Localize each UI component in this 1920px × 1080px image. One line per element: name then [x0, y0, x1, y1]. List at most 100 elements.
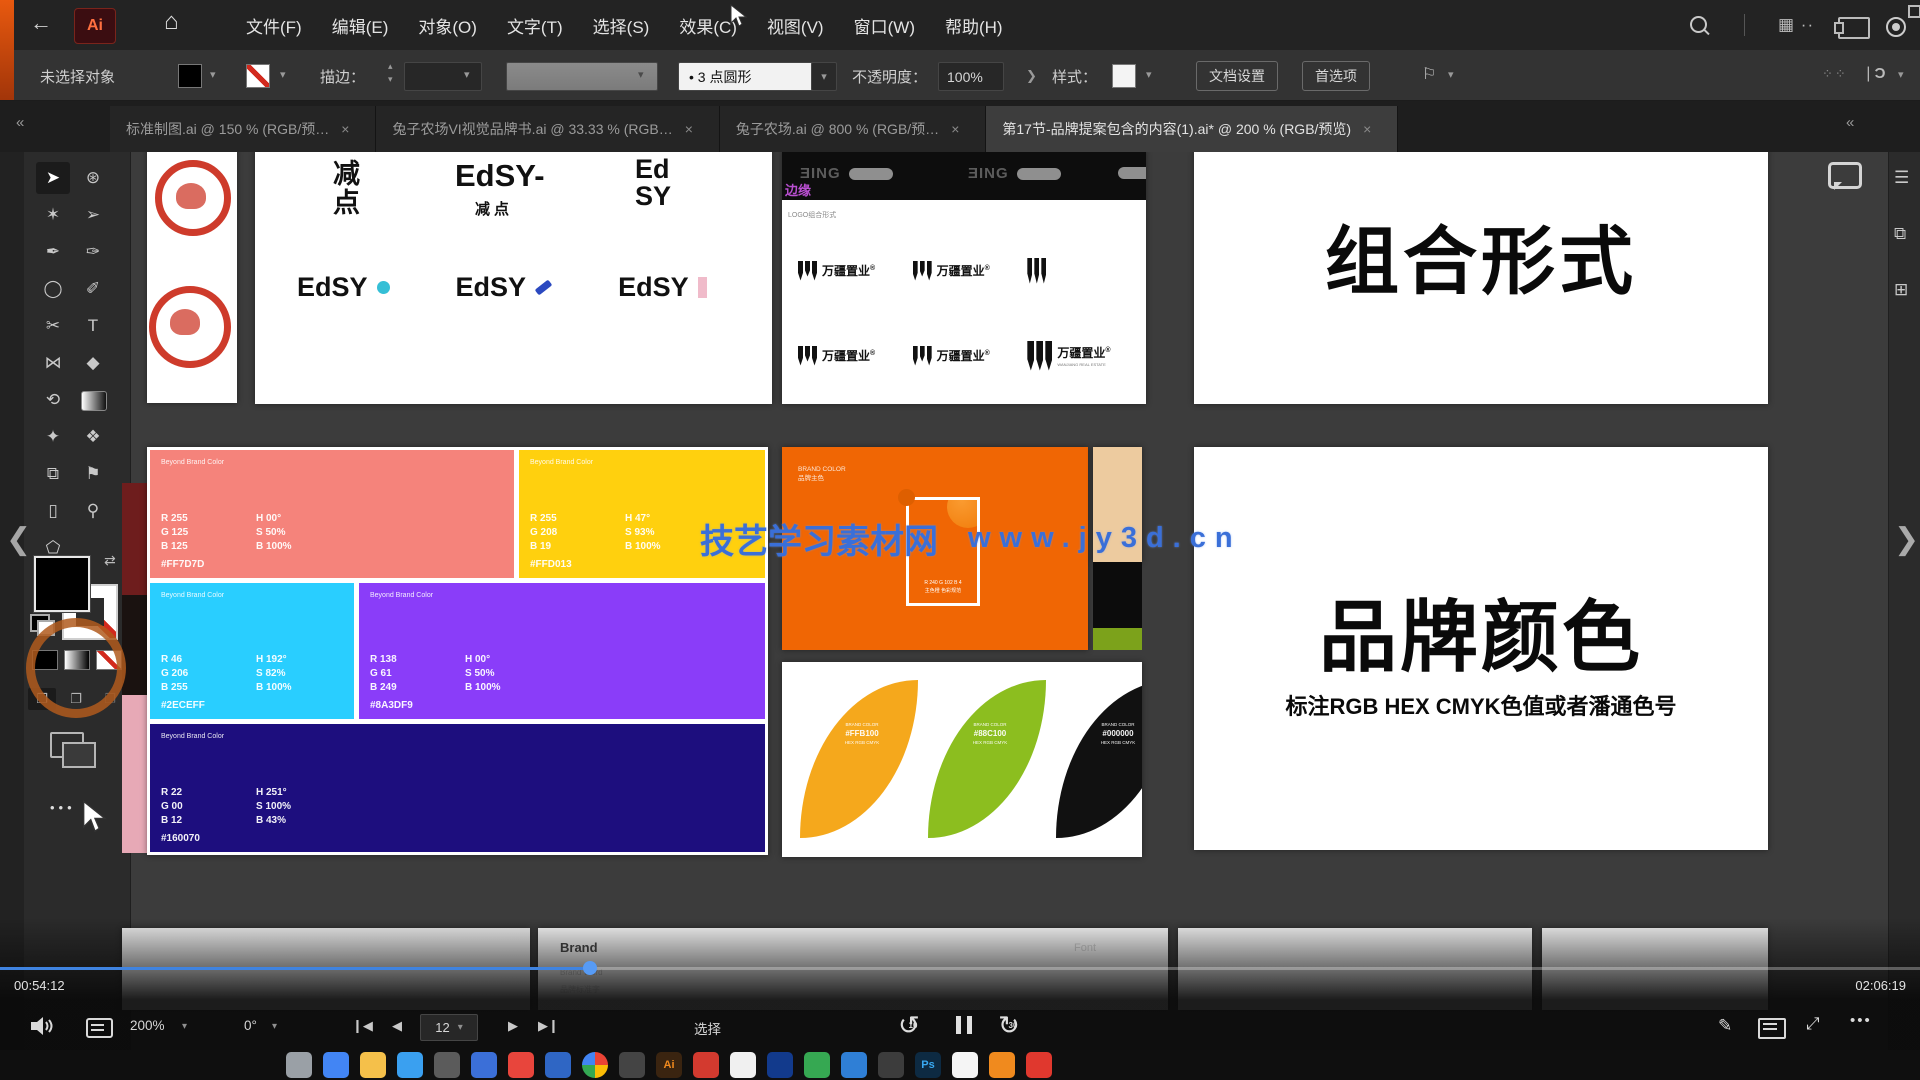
document-tab-3[interactable]: 第17节-品牌提案包含的内容(1).ai* @ 200 % (RGB/预览)× [986, 106, 1398, 152]
opacity-value-field[interactable]: 100% [938, 62, 1004, 91]
eyedropper-tool[interactable]: ✦ [36, 421, 70, 453]
ellipse-tool[interactable]: ◯ [36, 273, 70, 305]
eraser-tool[interactable]: ◆ [76, 347, 110, 379]
document-setup-button[interactable]: 文档设置 [1196, 61, 1278, 91]
artboard-brand-color[interactable]: 品牌颜色 标注RGB HEX CMYK色值或者潘通色号 [1194, 447, 1768, 850]
menu-item-5[interactable]: 效果(C) [679, 13, 737, 38]
taskbar-app-app-12[interactable] [693, 1052, 719, 1078]
stroke-color-swatch[interactable] [246, 64, 270, 88]
rotation-value[interactable]: 0° [244, 1018, 257, 1033]
curvature-tool[interactable]: ✑ [76, 236, 110, 268]
dock-panel-icon[interactable]: ❘Ɔ [1862, 64, 1885, 82]
stroke-stepper-down-icon[interactable]: ▾ [388, 74, 393, 85]
style-chevron-icon[interactable]: ▾ [1146, 68, 1152, 81]
artboard-stamp-partial[interactable] [147, 150, 237, 403]
taskbar-app-app-13[interactable] [730, 1052, 756, 1078]
reflect-tool[interactable]: ⋈ [36, 347, 70, 379]
next-chevron-icon[interactable]: ❯ [1894, 522, 1919, 557]
fill-swatch-large[interactable] [34, 556, 90, 612]
blend-tool[interactable]: ❖ [76, 421, 110, 453]
artboard-combination[interactable]: 组合形式 [1194, 150, 1768, 404]
forward-30-button[interactable]: ↻30 [998, 1010, 1028, 1040]
taskbar-app-app-15[interactable] [804, 1052, 830, 1078]
taskbar-app-app-21[interactable] [1026, 1052, 1052, 1078]
rewind-10-button[interactable]: ↺10 [898, 1010, 928, 1040]
selection-tool[interactable]: ➤ [36, 162, 70, 194]
brush-definition-dropdown[interactable]: • 3 点圆形 [678, 62, 822, 91]
gradient-tool[interactable] [81, 391, 107, 411]
tab-close-icon[interactable]: × [951, 121, 959, 137]
artboard-wanjiang-logos[interactable]: ƎING ƎING 边缘 LOGO组合形式 万疆置业®万疆置业®万疆置业®万疆置… [782, 150, 1146, 404]
menu-item-8[interactable]: 帮助(H) [945, 13, 1003, 38]
artboard-number-field[interactable]: 12 ▾ [420, 1014, 478, 1041]
zoom-tool[interactable]: ⚲ [76, 495, 110, 527]
artboard-tool[interactable]: ▯ [36, 495, 70, 527]
pen-tool[interactable]: ✒ [36, 236, 70, 268]
menu-item-0[interactable]: 文件(F) [246, 13, 302, 38]
menu-item-6[interactable]: 视图(V) [767, 13, 824, 38]
prev-artboard-icon[interactable]: ◀ [392, 1018, 402, 1034]
artboard-easy-logos[interactable]: 减点 EdSY- 减点 EdSY EdSYEdSYEdSY [255, 150, 772, 404]
arrange-documents-icon[interactable]: ▦ ·· [1778, 15, 1814, 35]
pointer-chevron-icon[interactable]: ▾ [1448, 68, 1454, 81]
artboard-leaves[interactable]: BRAND COLOR#FFB100HEX RGB CMYKBRAND COLO… [782, 662, 1142, 857]
comments-icon[interactable] [1828, 162, 1862, 189]
direct-selection-tool[interactable]: ➢ [76, 199, 110, 231]
magic-wand-tool[interactable]: ✶ [36, 199, 70, 231]
taskbar-app-app-19[interactable] [952, 1052, 978, 1078]
swap-fill-stroke-icon[interactable]: ⇄ [104, 552, 116, 569]
fill-chevron-icon[interactable]: ▾ [210, 68, 216, 81]
zoom-level-value[interactable]: 200% [130, 1018, 165, 1033]
captions-icon[interactable] [86, 1018, 113, 1038]
artboard-palette[interactable]: Beyond Brand ColorR 255G 125B 125H 00°S … [147, 447, 768, 855]
volume-icon[interactable] [30, 1016, 56, 1036]
document-tab-1[interactable]: 兔子农场VI视觉品牌书.ai @ 33.33 % (RGB…× [376, 106, 719, 152]
illustrator-logo[interactable]: Ai [74, 8, 116, 44]
taskbar-app-app-14[interactable] [767, 1052, 793, 1078]
taskbar-app-app-10[interactable] [619, 1052, 645, 1078]
menu-item-2[interactable]: 对象(O) [418, 13, 477, 38]
taskbar-app-app-20[interactable] [989, 1052, 1015, 1078]
tab-close-icon[interactable]: × [341, 121, 349, 137]
width-profile-dropdown[interactable] [506, 62, 658, 91]
rotation-chevron-icon[interactable]: ▾ [272, 1021, 277, 1032]
menu-item-3[interactable]: 文字(T) [507, 13, 563, 38]
next-artboard-icon[interactable]: ▶ [508, 1018, 518, 1034]
pin-tool[interactable]: ⚑ [76, 458, 110, 490]
fill-color-swatch[interactable] [178, 64, 202, 88]
pause-button[interactable] [956, 1016, 972, 1034]
document-tab-2[interactable]: 兔子农场.ai @ 800 % (RGB/预…× [720, 106, 986, 152]
collapse-right-icon[interactable]: « [1846, 114, 1852, 131]
workspace-switcher-icon[interactable] [1838, 17, 1870, 39]
menu-item-7[interactable]: 窗口(W) [854, 13, 915, 38]
preferences-button[interactable]: 首选项 [1302, 61, 1370, 91]
zoom-chevron-icon[interactable]: ▾ [182, 1021, 187, 1032]
taskbar-app-app-6[interactable] [471, 1052, 497, 1078]
properties-icon[interactable]: ☰ [1894, 168, 1909, 188]
last-artboard-icon[interactable]: ▶❙ [538, 1018, 559, 1034]
stroke-width-field[interactable] [404, 62, 482, 91]
brush-chevron-icon[interactable]: ▾ [811, 62, 837, 91]
taskbar-app-app-17[interactable] [878, 1052, 904, 1078]
taskbar-app-app-7[interactable] [508, 1052, 534, 1078]
layers-icon[interactable]: ⧉ [1894, 224, 1906, 244]
taskbar-app-edge[interactable] [397, 1052, 423, 1078]
fullscreen-toggle-icon[interactable]: ⤢ [1806, 1014, 1820, 1034]
rotate-tool[interactable]: ⟲ [36, 384, 70, 416]
video-progress-knob[interactable] [583, 961, 597, 975]
tab-close-icon[interactable]: × [1363, 121, 1371, 137]
first-artboard-icon[interactable]: ❙◀ [352, 1018, 373, 1034]
taskbar-app-app-16[interactable] [841, 1052, 867, 1078]
more-options-icon[interactable]: ••• [1850, 1012, 1872, 1029]
screen-mode-button[interactable] [50, 732, 84, 758]
type-tool[interactable]: T [76, 310, 110, 342]
menu-item-4[interactable]: 选择(S) [593, 13, 650, 38]
menu-item-1[interactable]: 编辑(E) [332, 13, 389, 38]
taskbar-app-app-8[interactable] [545, 1052, 571, 1078]
annotate-pencil-icon[interactable]: ✎ [1718, 1016, 1732, 1036]
scissors-tool[interactable]: ✂ [36, 310, 70, 342]
taskbar-app-illustrator[interactable]: Ai [656, 1052, 682, 1078]
prev-chevron-icon[interactable]: ❮ [6, 522, 31, 557]
toolbar-more-dots[interactable]: ••• [50, 800, 76, 815]
tab-close-icon[interactable]: × [685, 121, 693, 137]
